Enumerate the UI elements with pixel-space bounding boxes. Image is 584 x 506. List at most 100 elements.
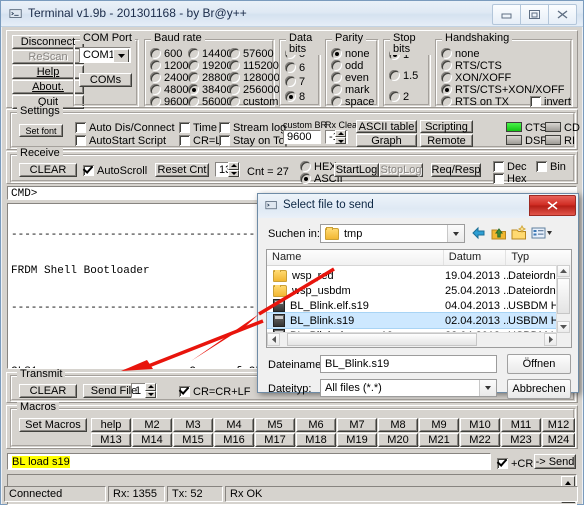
minimize-button[interactable] [492,4,521,25]
set-macros-button[interactable]: Set Macros [19,418,87,432]
dialog-close-button[interactable] [529,195,576,216]
transmit-clear-button[interactable]: CLEAR [19,384,77,398]
macro-7-button[interactable]: M7 [337,418,377,432]
table-row[interactable]: wsp_usbdm 25.04.2013 ... Dateiordner [267,283,571,298]
table-row[interactable]: BL_Blink.elf.s19 04.04.2013 ... USBDM H.… [267,298,571,313]
graph-button[interactable]: Graph [356,134,417,147]
macro-24-button[interactable]: M24 [542,433,575,447]
baud-4800[interactable]: 4800 [150,84,188,96]
send-file-button[interactable]: Send File [83,384,145,398]
data-bits-6[interactable]: 6 [285,62,305,74]
close-button[interactable] [548,4,577,25]
req-resp-button[interactable]: Req/Resp [431,163,481,177]
handshake-none[interactable]: none [441,48,479,60]
filetype-combobox[interactable]: All files (*.*) [320,379,497,397]
macro-12-button[interactable]: M12 [542,418,575,432]
stop-bits-2[interactable]: 2 [389,91,409,103]
column-header-name[interactable]: Name [267,250,444,265]
ascii-table-button[interactable]: ASCII table [356,120,417,133]
macro-9-button[interactable]: M9 [419,418,459,432]
scroll-up-arrow-icon[interactable] [557,265,570,277]
macro-3-button[interactable]: M3 [173,418,213,432]
auto-dis-connect-checkbox[interactable]: Auto Dis/Connect [75,122,175,134]
data-bits-8[interactable]: 8 [285,91,305,103]
transmit-repeat-stepper[interactable] [145,383,156,398]
autoscroll-checkbox[interactable]: AutoScroll [83,165,147,177]
time-checkbox[interactable]: Time [179,122,217,134]
chevron-down-icon[interactable] [447,225,464,242]
baud-38400[interactable]: 38400 [188,84,233,96]
data-bits-7[interactable]: 7 [285,76,305,88]
baud-1200[interactable]: 1200 [150,60,188,72]
baud-28800[interactable]: 28800 [188,72,233,84]
look-in-combobox[interactable]: tmp [320,224,465,243]
scroll-left-arrow-icon[interactable] [267,333,280,346]
file-list-hscrollbar[interactable] [267,332,557,347]
append-cr-checkbox[interactable]: +CR [497,458,533,470]
open-button[interactable]: Öffnen [507,354,571,374]
custom-br-input[interactable]: 9600 [283,130,321,144]
parity-even[interactable]: even [331,72,369,84]
bin-checkbox[interactable]: Bin [536,161,566,173]
filename-input[interactable]: BL_Blink.s19 [320,355,497,373]
parity-none[interactable]: none [331,48,369,60]
macro-8-button[interactable]: M8 [378,418,418,432]
baud-115200[interactable]: 115200 [229,60,279,72]
macro-21-button[interactable]: M21 [419,433,459,447]
cancel-button[interactable]: Abbrechen [507,379,571,399]
baud-57600[interactable]: 57600 [229,48,274,60]
chevron-down-icon[interactable] [479,380,496,396]
coms-button[interactable]: COMs [79,73,132,87]
stop-log-button[interactable]: StopLog [379,163,423,177]
macro-1-button[interactable]: help [91,418,131,432]
macro-2-button[interactable]: M2 [132,418,172,432]
macro-4-button[interactable]: M4 [214,418,254,432]
send-button[interactable]: -> Send [534,454,576,469]
remote-button[interactable]: Remote [420,134,473,147]
column-header-date[interactable]: Datum [444,250,507,265]
autostart-script-checkbox[interactable]: AutoStart Script [75,135,166,147]
cr-cr-lf-checkbox[interactable]: CR=CR+LF [179,386,250,398]
macro-22-button[interactable]: M22 [460,433,500,447]
dec-checkbox[interactable]: Dec [493,161,527,173]
baud-19200[interactable]: 19200 [188,60,233,72]
macro-14-button[interactable]: M14 [132,433,172,447]
macro-16-button[interactable]: M16 [214,433,254,447]
maximize-button[interactable] [520,4,549,25]
receive-cnt-stepper[interactable] [228,162,239,177]
handshake-rts-cts-xon-xoff[interactable]: RTS/CTS+XON/XOFF [441,84,565,96]
handshake-rts-cts[interactable]: RTS/CTS [441,60,502,72]
handshake-xon-xoff[interactable]: XON/XOFF [441,72,511,84]
rx-clear-stepper[interactable] [335,130,346,144]
macro-17-button[interactable]: M17 [255,433,295,447]
file-list-vscrollbar[interactable] [556,265,571,347]
baud-2400[interactable]: 2400 [150,72,188,84]
macro-11-button[interactable]: M11 [501,418,541,432]
parity-odd[interactable]: odd [331,60,363,72]
start-log-button[interactable]: StartLog [334,163,379,177]
baud-128000[interactable]: 128000 [229,72,280,84]
column-header-type[interactable]: Typ [506,250,571,265]
baud-14400[interactable]: 14400 [188,48,233,60]
stream-log-checkbox[interactable]: Stream log [219,122,286,134]
macro-18-button[interactable]: M18 [296,433,336,447]
macro-19-button[interactable]: M19 [337,433,377,447]
macro-10-button[interactable]: M10 [460,418,500,432]
hscroll-thumb[interactable] [287,333,477,346]
stay-on-top-checkbox[interactable]: Stay on Top [219,135,291,147]
table-row[interactable]: wsp_red 19.04.2013 ... Dateiordner [267,268,571,283]
receive-hex-radio[interactable]: HEX [300,161,337,173]
table-row[interactable]: BL_Blink.s19 02.04.2013 ... USBDM H... [267,312,571,329]
parity-mark[interactable]: mark [331,84,369,96]
macro-20-button[interactable]: M20 [378,433,418,447]
new-folder-icon[interactable] [511,224,527,241]
view-list-icon[interactable] [531,225,553,241]
up-folder-icon[interactable] [491,225,507,241]
reset-cnt-button[interactable]: Reset Cnt [155,163,209,177]
hex-checkbox[interactable]: Hex [493,173,527,185]
vscroll-thumb[interactable] [557,278,570,314]
stop-bits-1-5[interactable]: 1.5 [389,70,418,82]
receive-clear-button[interactable]: CLEAR [19,163,77,177]
baud-256000[interactable]: 256000 [229,84,280,96]
disconnect-button[interactable]: Disconnect [12,35,84,49]
